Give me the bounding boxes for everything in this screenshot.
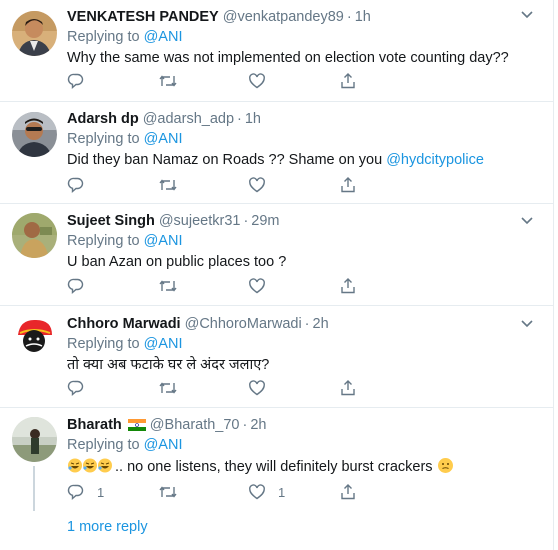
author-handle[interactable]: @Bharath_70 xyxy=(150,417,240,433)
author-handle[interactable]: @venkatpandey89 xyxy=(223,9,344,25)
separator-dot: · xyxy=(346,9,352,25)
mention-link[interactable]: @hydcitypolice xyxy=(386,152,484,168)
reply-button[interactable] xyxy=(67,379,97,397)
tweet-text: U ban Azan on public places too ? xyxy=(67,254,287,270)
reply-icon xyxy=(67,278,84,295)
like-button[interactable] xyxy=(248,176,278,194)
author-handle[interactable]: @adarsh_adp xyxy=(143,111,234,127)
replying-to-handle[interactable]: @ANI xyxy=(144,437,183,453)
share-icon xyxy=(341,177,355,193)
replying-to-label: Replying to xyxy=(67,336,140,352)
separator-dot: · xyxy=(242,417,248,433)
retweet-button[interactable] xyxy=(158,379,178,397)
tweet-text: Did they ban Namaz on Roads ?? Shame on … xyxy=(67,152,383,168)
replying-to-label: Replying to xyxy=(67,29,140,45)
replying-to-handle[interactable]: @ANI xyxy=(144,29,183,45)
heart-icon xyxy=(249,177,265,193)
like-button[interactable] xyxy=(248,277,278,295)
retweet-button[interactable] xyxy=(158,277,178,295)
replying-to-handle[interactable]: @ANI xyxy=(144,336,183,352)
share-button[interactable] xyxy=(339,483,357,501)
rolling-laughing-emoji xyxy=(68,458,112,473)
tweet-3[interactable]: Sujeet Singh @sujeetkr31 · 29m Replying to … xyxy=(0,204,553,306)
retweet-icon xyxy=(159,382,177,394)
avatar[interactable] xyxy=(12,213,57,258)
share-icon xyxy=(341,484,355,500)
separator-dot: · xyxy=(304,316,310,332)
heart-icon xyxy=(249,380,265,396)
share-button[interactable] xyxy=(339,176,357,194)
share-button[interactable] xyxy=(339,379,357,397)
tweet-2[interactable]: Adarsh dp @adarsh_adp · 1h Replying to @ANI… xyxy=(0,102,553,204)
avatar[interactable] xyxy=(12,112,57,157)
tweet-1[interactable]: VENKATESH PANDEY @venkatpandey89 · 1h Reply… xyxy=(0,0,553,102)
tweet-4[interactable]: Chhoro Marwadi @ChhoroMarwadi · 2h Replying… xyxy=(0,306,553,408)
reply-icon xyxy=(67,380,84,397)
separator-dot: · xyxy=(237,111,242,127)
reply-icon xyxy=(67,484,84,501)
author-name[interactable]: Sujeet Singh xyxy=(67,213,155,229)
author-name[interactable]: Bharath xyxy=(67,417,122,433)
separator-dot: · xyxy=(243,213,249,229)
tweet-text: .. no one listens, they will definitely … xyxy=(115,459,433,475)
timestamp[interactable]: 2h xyxy=(250,417,266,433)
replying-to-label: Replying to xyxy=(67,131,140,147)
tweet-text: Why the same was not implemented on elec… xyxy=(67,50,509,66)
replying-to-handle[interactable]: @ANI xyxy=(144,131,183,147)
thread-line xyxy=(33,466,35,511)
like-button[interactable] xyxy=(248,72,278,90)
reply-button[interactable] xyxy=(67,176,97,194)
share-icon xyxy=(341,380,355,396)
author-name[interactable]: Adarsh dp xyxy=(67,111,139,127)
chevron-down-icon[interactable] xyxy=(521,320,533,328)
author-name[interactable]: Chhoro Marwadi xyxy=(67,316,181,332)
timestamp[interactable]: 2h xyxy=(313,316,329,332)
heart-icon xyxy=(249,484,265,500)
author-name[interactable]: VENKATESH PANDEY xyxy=(67,9,219,25)
timestamp[interactable]: 1h xyxy=(355,9,371,25)
retweet-button[interactable] xyxy=(158,176,178,194)
retweet-icon xyxy=(159,280,177,292)
share-icon xyxy=(341,278,355,294)
like-count: 1 xyxy=(278,484,286,500)
replying-to-label: Replying to xyxy=(67,233,140,249)
heart-icon xyxy=(249,278,265,294)
india-flag-icon xyxy=(127,419,146,431)
chevron-down-icon[interactable] xyxy=(521,217,533,225)
more-replies-link[interactable]: 1 more reply xyxy=(67,519,148,535)
replying-to-label: Replying to xyxy=(67,437,140,453)
share-button[interactable] xyxy=(339,72,357,90)
reply-button[interactable] xyxy=(67,277,97,295)
author-handle[interactable]: @sujeetkr31 xyxy=(159,213,241,229)
reply-icon xyxy=(67,73,84,90)
reply-button[interactable]: 1 xyxy=(67,483,104,501)
author-handle[interactable]: @ChhoroMarwadi xyxy=(185,316,302,332)
reply-count: 1 xyxy=(97,484,105,500)
retweet-button[interactable] xyxy=(158,483,178,501)
frame-edge xyxy=(553,0,554,550)
share-button[interactable] xyxy=(339,277,357,295)
replying-to-handle[interactable]: @ANI xyxy=(144,233,183,249)
share-icon xyxy=(341,73,355,89)
retweet-button[interactable] xyxy=(158,72,178,90)
reply-icon xyxy=(67,177,84,194)
reply-button[interactable] xyxy=(67,72,97,90)
face-emoji xyxy=(437,458,453,473)
retweet-icon xyxy=(159,75,177,87)
timestamp[interactable]: 29m xyxy=(251,213,279,229)
avatar[interactable] xyxy=(12,417,57,462)
tweet-text: तो क्या अब फटाके घर ले अंदर जलाए? xyxy=(67,357,270,373)
retweet-icon xyxy=(159,179,177,191)
like-button[interactable]: 1 xyxy=(248,483,285,501)
timestamp[interactable]: 1h xyxy=(245,111,261,127)
avatar[interactable] xyxy=(12,315,57,360)
chevron-down-icon[interactable] xyxy=(521,11,533,19)
heart-icon xyxy=(249,73,265,89)
retweet-icon xyxy=(159,486,177,498)
like-button[interactable] xyxy=(248,379,278,397)
avatar[interactable] xyxy=(12,11,57,56)
